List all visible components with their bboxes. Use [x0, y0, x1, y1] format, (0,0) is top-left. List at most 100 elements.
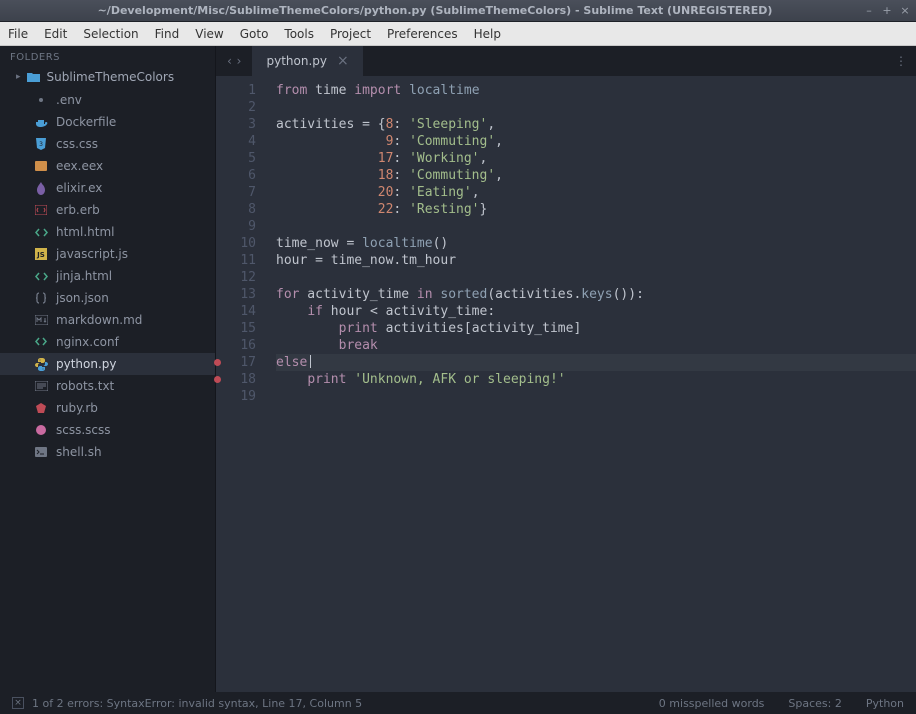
- close-status-icon[interactable]: ×: [12, 697, 24, 709]
- code-line: time_now = localtime(): [276, 235, 916, 252]
- nav-forward-icon[interactable]: ›: [235, 54, 242, 68]
- menu-preferences[interactable]: Preferences: [387, 27, 458, 41]
- json-icon: [34, 291, 48, 305]
- nav-back-icon[interactable]: ‹: [226, 54, 233, 68]
- file-label: scss.scss: [56, 423, 111, 437]
- code-editor[interactable]: 12345678910111213141516171819 from time …: [216, 76, 916, 692]
- svg-text:JS: JS: [36, 251, 45, 259]
- file-label: erb.erb: [56, 203, 100, 217]
- file-label: css.css: [56, 137, 98, 151]
- line-number: 9: [216, 218, 256, 235]
- elixir-icon: [34, 181, 48, 195]
- line-number: 7: [216, 184, 256, 201]
- svg-text:3: 3: [39, 141, 43, 148]
- sidebar-file-markdown-md[interactable]: markdown.md: [0, 309, 215, 331]
- sidebar-file--env[interactable]: .env: [0, 89, 215, 111]
- file-label: elixir.ex: [56, 181, 102, 195]
- sidebar-section-header: FOLDERS: [0, 46, 215, 67]
- code-line: print activities[activity_time]: [276, 320, 916, 337]
- sidebar-file-list: .env Dockerfile 3 css.css eex.eex elixir.ex er…: [0, 87, 215, 463]
- menu-goto[interactable]: Goto: [240, 27, 269, 41]
- code-line: [276, 269, 916, 286]
- jinja-icon: [34, 269, 48, 283]
- close-button[interactable]: ×: [900, 4, 910, 17]
- line-number: 4: [216, 133, 256, 150]
- html-icon: [34, 225, 48, 239]
- dot-icon: [34, 93, 48, 107]
- sidebar-file-nginx-conf[interactable]: nginx.conf: [0, 331, 215, 353]
- sidebar-file-ruby-rb[interactable]: ruby.rb: [0, 397, 215, 419]
- sidebar-file-css-css[interactable]: 3 css.css: [0, 133, 215, 155]
- sidebar-file-Dockerfile[interactable]: Dockerfile: [0, 111, 215, 133]
- chevron-down-icon: ▸: [16, 72, 21, 82]
- file-label: eex.eex: [56, 159, 103, 173]
- line-number: 12: [216, 269, 256, 286]
- file-label: shell.sh: [56, 445, 102, 459]
- status-language[interactable]: Python: [866, 697, 904, 710]
- menu-file[interactable]: File: [8, 27, 28, 41]
- line-number: 16: [216, 337, 256, 354]
- sidebar: FOLDERS ▸ SublimeThemeColors .env Dockerf…: [0, 46, 216, 692]
- file-label: markdown.md: [56, 313, 142, 327]
- line-number: 2: [216, 99, 256, 116]
- code-line: 9: 'Commuting',: [276, 133, 916, 150]
- sidebar-file-jinja-html[interactable]: jinja.html: [0, 265, 215, 287]
- status-bar: × 1 of 2 errors: SyntaxError: invalid sy…: [0, 692, 916, 714]
- sh-icon: [34, 445, 48, 459]
- file-label: .env: [56, 93, 82, 107]
- line-number: 11: [216, 252, 256, 269]
- line-number-gutter: 12345678910111213141516171819: [216, 76, 266, 692]
- js-icon: JS: [34, 247, 48, 261]
- line-number: 1: [216, 82, 256, 99]
- sidebar-file-scss-scss[interactable]: scss.scss: [0, 419, 215, 441]
- md-icon: [34, 313, 48, 327]
- file-label: robots.txt: [56, 379, 114, 393]
- sidebar-file-html-html[interactable]: html.html: [0, 221, 215, 243]
- sidebar-file-eex-eex[interactable]: eex.eex: [0, 155, 215, 177]
- menu-edit[interactable]: Edit: [44, 27, 67, 41]
- scss-icon: [34, 423, 48, 437]
- tab-overflow-button[interactable]: ⋮: [886, 46, 916, 76]
- line-number: 19: [216, 388, 256, 405]
- nginx-icon: [34, 335, 48, 349]
- css-icon: 3: [34, 137, 48, 151]
- line-number: 15: [216, 320, 256, 337]
- tab-bar: ‹ › python.py × ⋮: [216, 46, 916, 76]
- editor-area: ‹ › python.py × ⋮ 1234567891011121314151…: [216, 46, 916, 692]
- file-label: ruby.rb: [56, 401, 98, 415]
- sidebar-file-robots-txt[interactable]: robots.txt: [0, 375, 215, 397]
- status-indent[interactable]: Spaces: 2: [788, 697, 841, 710]
- line-number: 5: [216, 150, 256, 167]
- sidebar-file-json-json[interactable]: json.json: [0, 287, 215, 309]
- text-cursor: [310, 355, 311, 368]
- window-titlebar: ~/Development/Misc/SublimeThemeColors/py…: [0, 0, 916, 22]
- eex-icon: [34, 159, 48, 173]
- file-label: html.html: [56, 225, 114, 239]
- txt-icon: [34, 379, 48, 393]
- sidebar-file-shell-sh[interactable]: shell.sh: [0, 441, 215, 463]
- folder-icon: [27, 70, 41, 84]
- sidebar-file-python-py[interactable]: python.py: [0, 353, 215, 375]
- menu-selection[interactable]: Selection: [83, 27, 138, 41]
- sidebar-file-erb-erb[interactable]: erb.erb: [0, 199, 215, 221]
- sidebar-file-javascript-js[interactable]: JSjavascript.js: [0, 243, 215, 265]
- close-icon[interactable]: ×: [337, 54, 349, 68]
- status-misspelled[interactable]: 0 misspelled words: [659, 697, 765, 710]
- sidebar-file-elixir-ex[interactable]: elixir.ex: [0, 177, 215, 199]
- code-line: from time import localtime: [276, 82, 916, 99]
- menu-view[interactable]: View: [195, 27, 223, 41]
- maximize-button[interactable]: +: [882, 4, 892, 17]
- menu-help[interactable]: Help: [474, 27, 501, 41]
- menu-tools[interactable]: Tools: [284, 27, 314, 41]
- minimize-button[interactable]: –: [864, 4, 874, 17]
- code-line: print 'Unknown, AFK or sleeping!': [276, 371, 916, 388]
- tab-python[interactable]: python.py ×: [252, 46, 363, 76]
- line-number: 10: [216, 235, 256, 252]
- menu-find[interactable]: Find: [155, 27, 180, 41]
- menu-project[interactable]: Project: [330, 27, 371, 41]
- sidebar-root-folder[interactable]: ▸ SublimeThemeColors: [0, 67, 215, 87]
- code-line: [276, 218, 916, 235]
- erb-icon: [34, 203, 48, 217]
- status-error-text: 1 of 2 errors: SyntaxError: invalid synt…: [32, 697, 362, 710]
- code-content[interactable]: from time import localtimeactivities = {…: [266, 76, 916, 692]
